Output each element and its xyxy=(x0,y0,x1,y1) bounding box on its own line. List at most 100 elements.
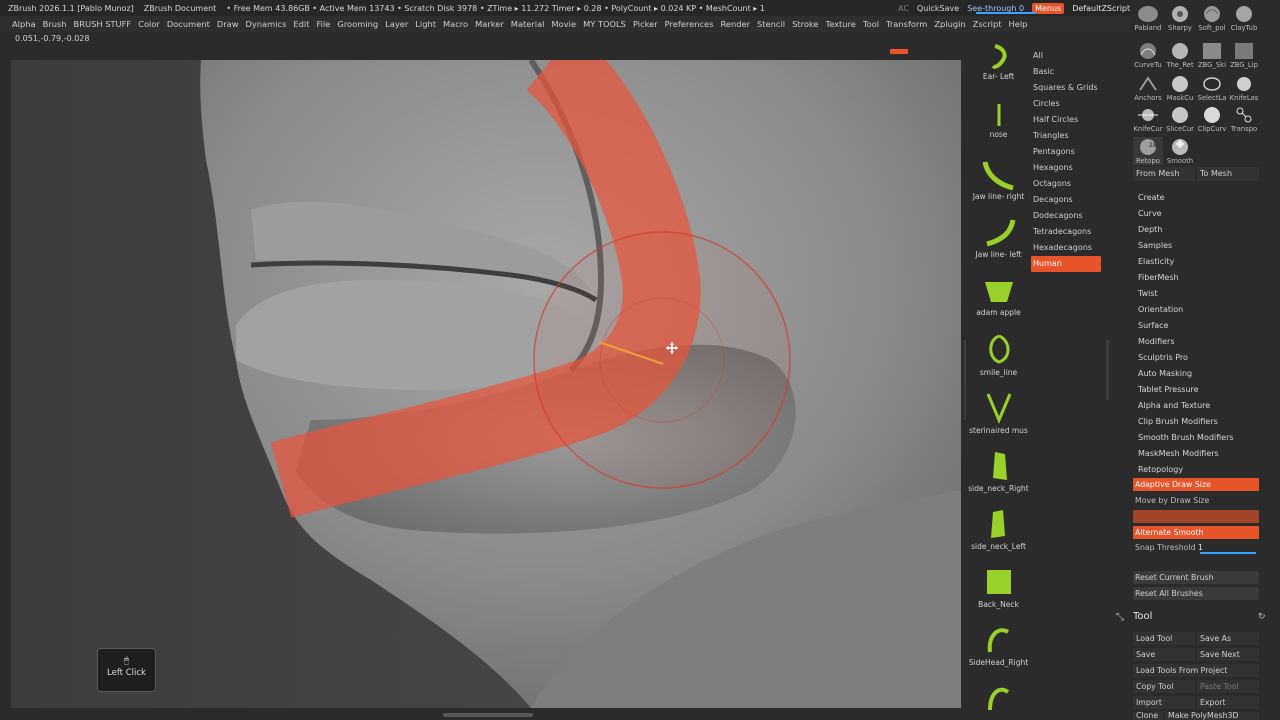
brush-sharpy[interactable]: Sharpy xyxy=(1165,4,1195,32)
brush-menu-elasticity[interactable]: Elasticity xyxy=(1138,254,1174,270)
brush-menu-fibermesh[interactable]: FiberMesh xyxy=(1138,270,1179,286)
category-human[interactable]: Human xyxy=(1031,256,1101,272)
brush-slicecurve[interactable]: SliceCur xyxy=(1165,105,1195,133)
brush-zbg-skin[interactable]: ZBG_Ski xyxy=(1197,41,1227,69)
brush-soft-pol[interactable]: Soft_pol xyxy=(1197,4,1227,32)
menu-marker[interactable]: Marker xyxy=(475,19,504,29)
category-all[interactable]: All xyxy=(1031,48,1106,64)
menu-file[interactable]: File xyxy=(317,19,331,29)
brush-menu-surface[interactable]: Surface xyxy=(1138,318,1168,334)
curve-back-neck[interactable]: Back_Neck xyxy=(966,566,1031,609)
category-triangles[interactable]: Triangles xyxy=(1031,128,1106,144)
curve-smile-line[interactable]: smile_line xyxy=(966,334,1031,377)
category-hexagons[interactable]: Hexagons xyxy=(1031,160,1106,176)
menu-texture[interactable]: Texture xyxy=(826,19,856,29)
hidden-toggle-button[interactable] xyxy=(1133,510,1259,523)
menu-transform[interactable]: Transform xyxy=(886,19,927,29)
category-decagons[interactable]: Decagons xyxy=(1031,192,1106,208)
menu-movie[interactable]: Movie xyxy=(552,19,577,29)
sculpt-canvas[interactable] xyxy=(11,60,961,708)
menu-tool[interactable]: Tool xyxy=(863,19,879,29)
menu-material[interactable]: Material xyxy=(511,19,545,29)
save-as-button[interactable]: Save As xyxy=(1197,632,1259,645)
category-basic[interactable]: Basic xyxy=(1031,64,1106,80)
menu-zscript[interactable]: Zscript xyxy=(973,19,1002,29)
brush-zbg-lip[interactable]: ZBG_Lip xyxy=(1229,41,1259,69)
menu-light[interactable]: Light xyxy=(415,19,436,29)
menu-brush-stuff[interactable]: BRUSH STUFF xyxy=(74,19,132,29)
paste-tool-button[interactable]: Paste Tool xyxy=(1197,680,1259,693)
see-through-track[interactable] xyxy=(976,12,1036,14)
brush-menu-sculptris-pro[interactable]: Sculptris Pro xyxy=(1138,350,1188,366)
brush-claytub[interactable]: ClayTub xyxy=(1229,4,1259,32)
bottom-shelf-handle[interactable] xyxy=(443,713,533,717)
brush-the-ret[interactable]: The_Ret xyxy=(1165,41,1195,69)
brush-pabland[interactable]: Pabland xyxy=(1133,4,1163,32)
brush-menu-clip-modifiers[interactable]: Clip Brush Modifiers xyxy=(1138,414,1218,430)
export-button[interactable]: Export xyxy=(1197,696,1259,709)
brush-curvetube[interactable]: CurveTu xyxy=(1133,41,1163,69)
category-circles[interactable]: Circles xyxy=(1031,96,1106,112)
load-tool-button[interactable]: Load Tool xyxy=(1133,632,1195,645)
load-tools-from-project-button[interactable]: Load Tools From Project xyxy=(1133,664,1259,677)
brush-retopo[interactable]: 28 Retopo xyxy=(1133,137,1163,165)
brush-menu-create[interactable]: Create xyxy=(1138,190,1165,206)
menu-alpha[interactable]: Alpha xyxy=(12,19,36,29)
save-button[interactable]: Save xyxy=(1133,648,1195,661)
brush-menu-orientation[interactable]: Orientation xyxy=(1138,302,1183,318)
brush-menu-auto-masking[interactable]: Auto Masking xyxy=(1138,366,1192,382)
reset-current-brush-button[interactable]: Reset Current Brush xyxy=(1133,571,1259,584)
menu-stencil[interactable]: Stencil xyxy=(757,19,785,29)
curve-adam-apple[interactable]: adam apple xyxy=(966,276,1031,317)
adaptive-draw-size-toggle[interactable]: Adaptive Draw Size xyxy=(1133,478,1259,491)
brush-smooth[interactable]: Smooth xyxy=(1165,137,1195,165)
menu-document[interactable]: Document xyxy=(167,19,210,29)
brush-menu-modifiers[interactable]: Modifiers xyxy=(1138,334,1175,350)
menu-brush[interactable]: Brush xyxy=(43,19,67,29)
quicksave-button[interactable]: QuickSave xyxy=(917,4,959,13)
curve-jaw-right[interactable]: Jaw line- right xyxy=(966,160,1031,201)
import-button[interactable]: Import xyxy=(1133,696,1195,709)
brush-transpose[interactable]: Transpo xyxy=(1229,105,1259,133)
category-tetradecagons[interactable]: Tetradecagons xyxy=(1031,224,1106,240)
menu-my-tools[interactable]: MY TOOLS xyxy=(583,19,626,29)
brush-selectlasso[interactable]: SelectLa xyxy=(1197,74,1227,102)
category-squares-grids[interactable]: Squares & Grids xyxy=(1031,80,1106,96)
copy-tool-button[interactable]: Copy Tool xyxy=(1133,680,1195,693)
brush-menu-smooth-modifiers[interactable]: Smooth Brush Modifiers xyxy=(1138,430,1234,446)
brush-knifelasso[interactable]: KnifeLas xyxy=(1229,74,1259,102)
brush-menu-curve[interactable]: Curve xyxy=(1138,206,1162,222)
middle-splitter[interactable] xyxy=(1106,340,1109,400)
menus-toggle[interactable]: Menus xyxy=(1032,2,1065,14)
save-next-button[interactable]: Save Next xyxy=(1197,648,1259,661)
brush-menu-samples[interactable]: Samples xyxy=(1138,238,1172,254)
move-by-draw-size-toggle[interactable]: Move by Draw Size xyxy=(1133,494,1259,507)
category-half-circles[interactable]: Half Circles xyxy=(1031,112,1106,128)
category-hexadecagons[interactable]: Hexadecagons xyxy=(1031,240,1106,256)
brush-menu-twist[interactable]: Twist xyxy=(1138,286,1158,302)
brush-anchors[interactable]: Anchors xyxy=(1133,74,1163,102)
menu-grooming[interactable]: Grooming xyxy=(337,19,378,29)
brush-knifecurve[interactable]: KnifeCur xyxy=(1133,105,1163,133)
brush-menu-tablet-pressure[interactable]: Tablet Pressure xyxy=(1138,382,1199,398)
menu-edit[interactable]: Edit xyxy=(293,19,309,29)
from-mesh-button[interactable]: From Mesh xyxy=(1133,167,1195,181)
clone-button[interactable]: Clone xyxy=(1133,712,1163,720)
category-dodecagons[interactable]: Dodecagons xyxy=(1031,208,1106,224)
curve-sternomastoid[interactable]: sterinaired mus xyxy=(966,392,1031,435)
menu-macro[interactable]: Macro xyxy=(443,19,468,29)
menu-picker[interactable]: Picker xyxy=(633,19,658,29)
alternate-smooth-toggle[interactable]: Alternate Smooth xyxy=(1133,526,1259,539)
category-pentagons[interactable]: Pentagons xyxy=(1031,144,1106,160)
make-polymesh-button[interactable]: Make PolyMesh3D xyxy=(1165,712,1259,720)
brush-menu-retopology[interactable]: Retopology xyxy=(1138,462,1183,478)
menu-zplugin[interactable]: Zplugin xyxy=(934,19,965,29)
brush-menu-maskmesh-modifiers[interactable]: MaskMesh Modifiers xyxy=(1138,446,1219,462)
menu-render[interactable]: Render xyxy=(720,19,750,29)
curve-side-neck-left[interactable]: side_neck_Left xyxy=(966,508,1031,551)
curve-jaw-left[interactable]: Jaw line- left xyxy=(966,218,1031,259)
category-octagons[interactable]: Octagons xyxy=(1031,176,1106,192)
tool-pin-icon[interactable]: ⤡ xyxy=(1116,612,1124,623)
default-zscript-button[interactable]: DefaultZScript xyxy=(1072,4,1130,13)
curve-nose[interactable]: nose xyxy=(966,102,1031,139)
